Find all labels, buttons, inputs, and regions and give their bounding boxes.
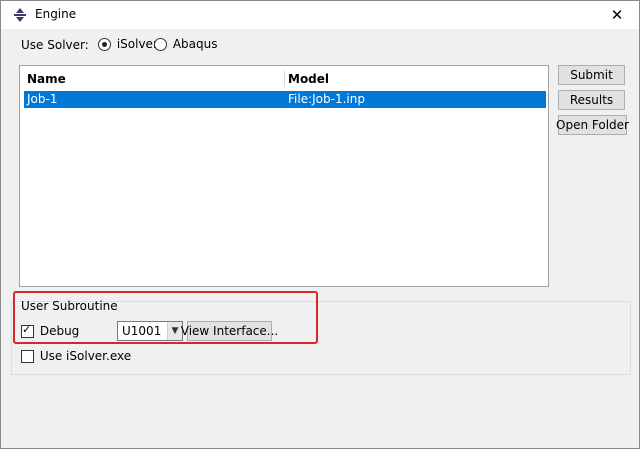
use-isolver-exe-label: Use iSolver.exe: [39, 349, 132, 363]
results-button[interactable]: Results: [558, 90, 625, 110]
table-row[interactable]: Job-1 File:Job-1.inp: [24, 91, 546, 108]
column-separator: [284, 71, 285, 87]
column-header-name[interactable]: Name: [27, 72, 66, 86]
use-isolver-exe-checkbox[interactable]: Use iSolver.exe: [21, 349, 131, 363]
radio-isolver-label: iSolver: [116, 37, 158, 51]
submit-button[interactable]: Submit: [558, 65, 625, 85]
window-title: Engine: [35, 7, 77, 21]
use-solver-label: Use Solver:: [21, 38, 89, 52]
job-model-cell: File:Job-1.inp: [288, 92, 365, 106]
checkbox-unchecked-icon: [21, 350, 34, 363]
job-list[interactable]: Name Model Job-1 File:Job-1.inp: [19, 65, 549, 287]
radio-unselected-icon: [154, 38, 167, 51]
job-name-cell: Job-1: [27, 92, 58, 106]
radio-isolver[interactable]: iSolver: [98, 37, 158, 51]
radio-abaqus-label: Abaqus: [172, 37, 218, 51]
engine-icon: [14, 8, 26, 22]
radio-selected-icon: [98, 38, 111, 51]
close-icon: ✕: [610, 6, 624, 24]
close-button[interactable]: ✕: [595, 1, 639, 29]
open-folder-button[interactable]: Open Folder: [556, 115, 629, 135]
radio-abaqus[interactable]: Abaqus: [154, 37, 217, 51]
engine-dialog: Engine ✕ Use Solver: iSolver Abaqus Name…: [0, 0, 640, 449]
column-header-model[interactable]: Model: [288, 72, 329, 86]
title-bar: Engine ✕: [1, 1, 639, 29]
highlight-annotation: [13, 291, 318, 344]
